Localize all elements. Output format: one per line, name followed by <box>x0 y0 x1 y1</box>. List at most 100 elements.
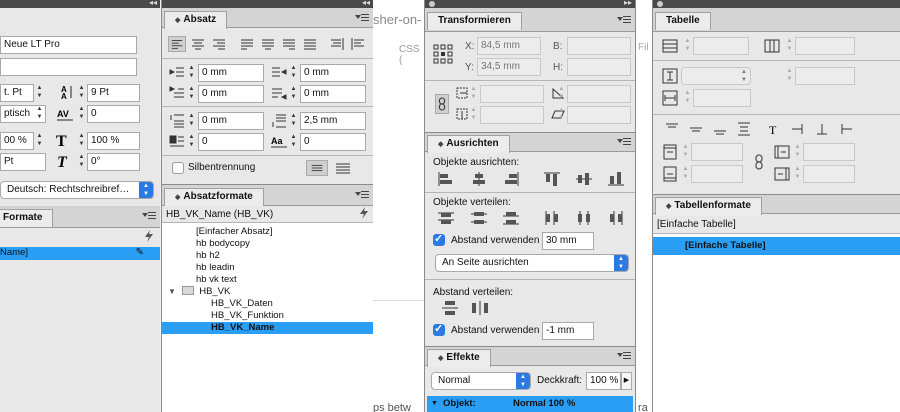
align-horizontal-centers-icon[interactable] <box>470 171 488 187</box>
left-indent-field[interactable]: 0 mm <box>198 64 264 82</box>
align-left-edges-icon[interactable] <box>437 171 455 187</box>
space-before-field[interactable]: 0 mm <box>198 112 264 130</box>
tab-character-styles[interactable]: Formate <box>0 209 54 227</box>
text-rotation-90-icon[interactable] <box>789 121 807 137</box>
distribute-horizontal-centers-icon[interactable] <box>575 210 593 226</box>
list-item[interactable]: hb leadin <box>162 262 373 274</box>
drop-cap-lines-field[interactable]: 0 <box>198 133 264 151</box>
row-height-dropdown[interactable]: ▲ ▼ <box>681 67 751 85</box>
tab-transform[interactable]: Transformieren <box>427 12 522 30</box>
right-inset-field[interactable] <box>803 165 855 183</box>
drop-cap-lines-stepper[interactable] <box>187 133 196 151</box>
font-size-stepper[interactable] <box>35 84 44 102</box>
collapse-icon[interactable]: ▸▸ <box>624 0 632 7</box>
left-inset-stepper[interactable] <box>793 143 802 161</box>
align-to-dropdown[interactable]: An Seite ausrichten <box>435 254 629 272</box>
row-height-stepper[interactable] <box>785 67 794 85</box>
text-rotation-0-icon[interactable]: T <box>765 121 783 137</box>
justify-right-icon[interactable] <box>280 36 298 52</box>
align-top-icon[interactable] <box>663 121 681 137</box>
width-field[interactable] <box>567 37 631 55</box>
align-right-icon[interactable] <box>210 36 228 52</box>
use-spacing-checkbox[interactable] <box>433 232 445 246</box>
space-before-stepper[interactable] <box>187 112 196 130</box>
baseline-shift-field[interactable]: Pt <box>0 153 46 171</box>
rows-field[interactable] <box>693 37 749 55</box>
bottom-inset-stepper[interactable] <box>681 165 690 183</box>
column-width-stepper[interactable] <box>683 89 692 107</box>
height-field[interactable] <box>567 58 631 76</box>
justify-vertical-icon[interactable] <box>735 121 753 137</box>
right-indent-stepper[interactable] <box>289 64 298 82</box>
rows-stepper[interactable] <box>683 37 692 55</box>
shear-stepper[interactable] <box>557 106 566 124</box>
rotate-stepper[interactable] <box>557 85 566 103</box>
justify-center-icon[interactable] <box>259 36 277 52</box>
leading-stepper[interactable] <box>77 84 86 102</box>
last-line-indent-stepper[interactable] <box>289 85 298 103</box>
use-spacing-field[interactable]: 30 mm <box>542 232 594 250</box>
top-inset-stepper[interactable] <box>681 143 690 161</box>
skew-stepper[interactable] <box>77 153 86 171</box>
opacity-slider-button[interactable]: ▶ <box>621 372 632 390</box>
tab-table-styles[interactable]: ◆ Tabellenformate <box>655 197 762 215</box>
list-item[interactable]: [Einfacher Absatz] <box>162 226 373 238</box>
align-bottom-icon[interactable] <box>711 121 729 137</box>
tracking-field[interactable]: 0 <box>87 105 140 123</box>
vertical-scale-stepper[interactable] <box>35 132 44 150</box>
constrain-proportions-icon[interactable] <box>435 94 449 114</box>
list-item[interactable]: HB_VK_Name <box>162 322 373 334</box>
use-spacing-2-field[interactable]: -1 mm <box>542 322 594 340</box>
align-bottom-edges-icon[interactable] <box>607 171 625 187</box>
space-after-stepper[interactable] <box>289 112 298 130</box>
top-inset-field[interactable] <box>691 143 743 161</box>
last-line-indent-field[interactable]: 0 mm <box>300 85 366 103</box>
align-towards-spine-icon[interactable] <box>328 36 346 52</box>
scale-y-stepper[interactable] <box>469 106 478 124</box>
tab-paragraph[interactable]: ◆ Absatz <box>164 11 228 29</box>
collapse-icon[interactable]: ◂◂ <box>149 0 157 7</box>
panel-menu-icon[interactable] <box>355 190 369 200</box>
close-icon[interactable] <box>429 1 435 7</box>
align-center-icon[interactable] <box>189 36 207 52</box>
lightning-icon[interactable] <box>358 207 370 219</box>
distribute-bottom-edges-icon[interactable] <box>502 210 520 226</box>
grid-align-icon[interactable] <box>332 160 354 176</box>
columns-field[interactable] <box>795 37 855 55</box>
close-icon[interactable] <box>657 1 663 7</box>
list-item[interactable]: hb h2 <box>162 250 373 262</box>
panel-menu-icon[interactable] <box>142 211 156 221</box>
space-after-field[interactable]: 2,5 mm <box>300 112 366 130</box>
right-indent-field[interactable]: 0 mm <box>300 64 366 82</box>
left-indent-stepper[interactable] <box>187 64 196 82</box>
horizontal-scale-field[interactable]: 100 % <box>87 132 140 150</box>
tab-align[interactable]: ◆ Ausrichten <box>427 135 510 153</box>
skew-field[interactable]: 0° <box>87 153 140 171</box>
font-family-field[interactable]: Neue LT Pro <box>0 36 137 54</box>
use-spacing-2-checkbox[interactable] <box>433 322 445 336</box>
distribute-vertical-centers-icon[interactable] <box>470 210 488 226</box>
list-item[interactable]: [Einfache Tabelle] <box>653 237 900 255</box>
blend-mode-dropdown[interactable]: Normal <box>431 372 531 390</box>
distribute-vertical-space-icon[interactable] <box>441 300 459 316</box>
shear-field[interactable] <box>567 106 631 124</box>
columns-stepper[interactable] <box>785 37 794 55</box>
row-height-field[interactable] <box>795 67 855 85</box>
hyphenation-checkbox[interactable] <box>172 162 184 174</box>
y-position-field[interactable]: 34,5 mm <box>477 58 541 76</box>
bottom-inset-field[interactable] <box>691 165 743 183</box>
distribute-horizontal-space-icon[interactable] <box>471 300 489 316</box>
drop-cap-chars-field[interactable]: 0 <box>300 133 366 151</box>
distribute-top-edges-icon[interactable] <box>437 210 455 226</box>
align-top-edges-icon[interactable] <box>543 171 561 187</box>
panel-menu-icon[interactable] <box>617 351 631 361</box>
align-away-from-spine-icon[interactable] <box>349 36 367 52</box>
vertical-scale-field[interactable]: 00 % <box>0 132 34 150</box>
list-item[interactable]: HB_VK_Daten <box>162 298 373 310</box>
tab-paragraph-styles[interactable]: ◆ Absatzformate <box>164 188 264 206</box>
tracking-stepper[interactable] <box>77 105 86 123</box>
text-rotation-270-icon[interactable] <box>837 121 855 137</box>
chain-link-icon[interactable] <box>753 154 765 170</box>
list-item[interactable]: Name] ✎ <box>0 247 160 260</box>
no-grid-align-icon[interactable] <box>306 160 328 176</box>
